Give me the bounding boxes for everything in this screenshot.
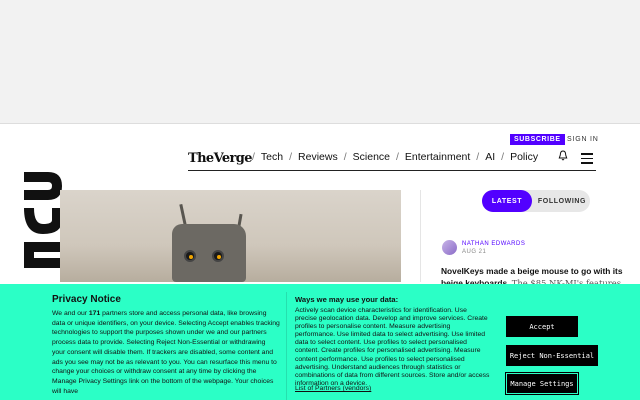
site-logo[interactable]: TheVerge (188, 151, 253, 166)
manage-settings-button[interactable]: Manage Settings (505, 372, 579, 395)
robot-eye (212, 250, 224, 262)
partner-count: 171 (88, 310, 101, 317)
tab-following[interactable]: FOLLOWING (534, 190, 590, 212)
data-uses-title: Ways we may use your data: (295, 295, 399, 304)
sign-in-label: SIGN IN (567, 136, 599, 143)
byline: NATHAN EDWARDS AUG 21 (442, 240, 525, 255)
ad-placeholder (0, 0, 640, 124)
nav-separator: / (476, 151, 480, 163)
reject-non-essential-button[interactable]: Reject Non-Essential (506, 345, 598, 366)
nav-separator: / (289, 151, 293, 163)
main-nav: / Tech / Reviews / Science / Entertainme… (252, 151, 538, 163)
nav-divider (188, 170, 596, 171)
bell-icon[interactable] (558, 150, 568, 164)
subscribe-button[interactable]: SUBSCRIBE (510, 134, 565, 145)
menu-icon[interactable] (581, 153, 593, 167)
nav-separator: / (343, 151, 347, 163)
nav-separator: / (252, 151, 255, 163)
consent-divider (286, 292, 287, 400)
nav-item-entertainment[interactable]: Entertainment (405, 151, 470, 163)
nav-separator: / (501, 151, 505, 163)
hero-image[interactable] (60, 190, 401, 282)
robot-head (172, 224, 246, 282)
body-intro: We and our (52, 310, 89, 317)
partners-link[interactable]: List of Partners (vendors) (295, 385, 371, 392)
robot-eye (184, 250, 196, 262)
nav-item-ai[interactable]: AI (485, 151, 495, 163)
privacy-notice-banner: Privacy Notice We and our 171 partners s… (0, 284, 640, 400)
nav-item-policy[interactable]: Policy (510, 151, 538, 163)
privacy-notice-title: Privacy Notice (52, 294, 121, 305)
tab-latest[interactable]: LATEST (482, 190, 532, 212)
user-icon (558, 136, 564, 143)
post-date: AUG 21 (462, 248, 487, 255)
nav-item-science[interactable]: Science (353, 151, 390, 163)
sign-in-link[interactable]: SIGN IN (558, 136, 599, 143)
feed-tabs: LATEST FOLLOWING (482, 190, 590, 212)
accept-button[interactable]: Accept (506, 316, 578, 337)
column-divider (420, 190, 421, 282)
privacy-notice-body: We and our 171 partners store and access… (52, 309, 280, 396)
body-text: partners store and access personal data,… (52, 310, 280, 395)
data-uses-body: Actively scan device characteristics for… (295, 307, 490, 387)
nav-item-tech[interactable]: Tech (261, 151, 283, 163)
nav-item-reviews[interactable]: Reviews (298, 151, 338, 163)
nav-separator: / (396, 151, 399, 163)
avatar[interactable] (442, 240, 457, 255)
author-name[interactable]: NATHAN EDWARDS (462, 241, 525, 247)
